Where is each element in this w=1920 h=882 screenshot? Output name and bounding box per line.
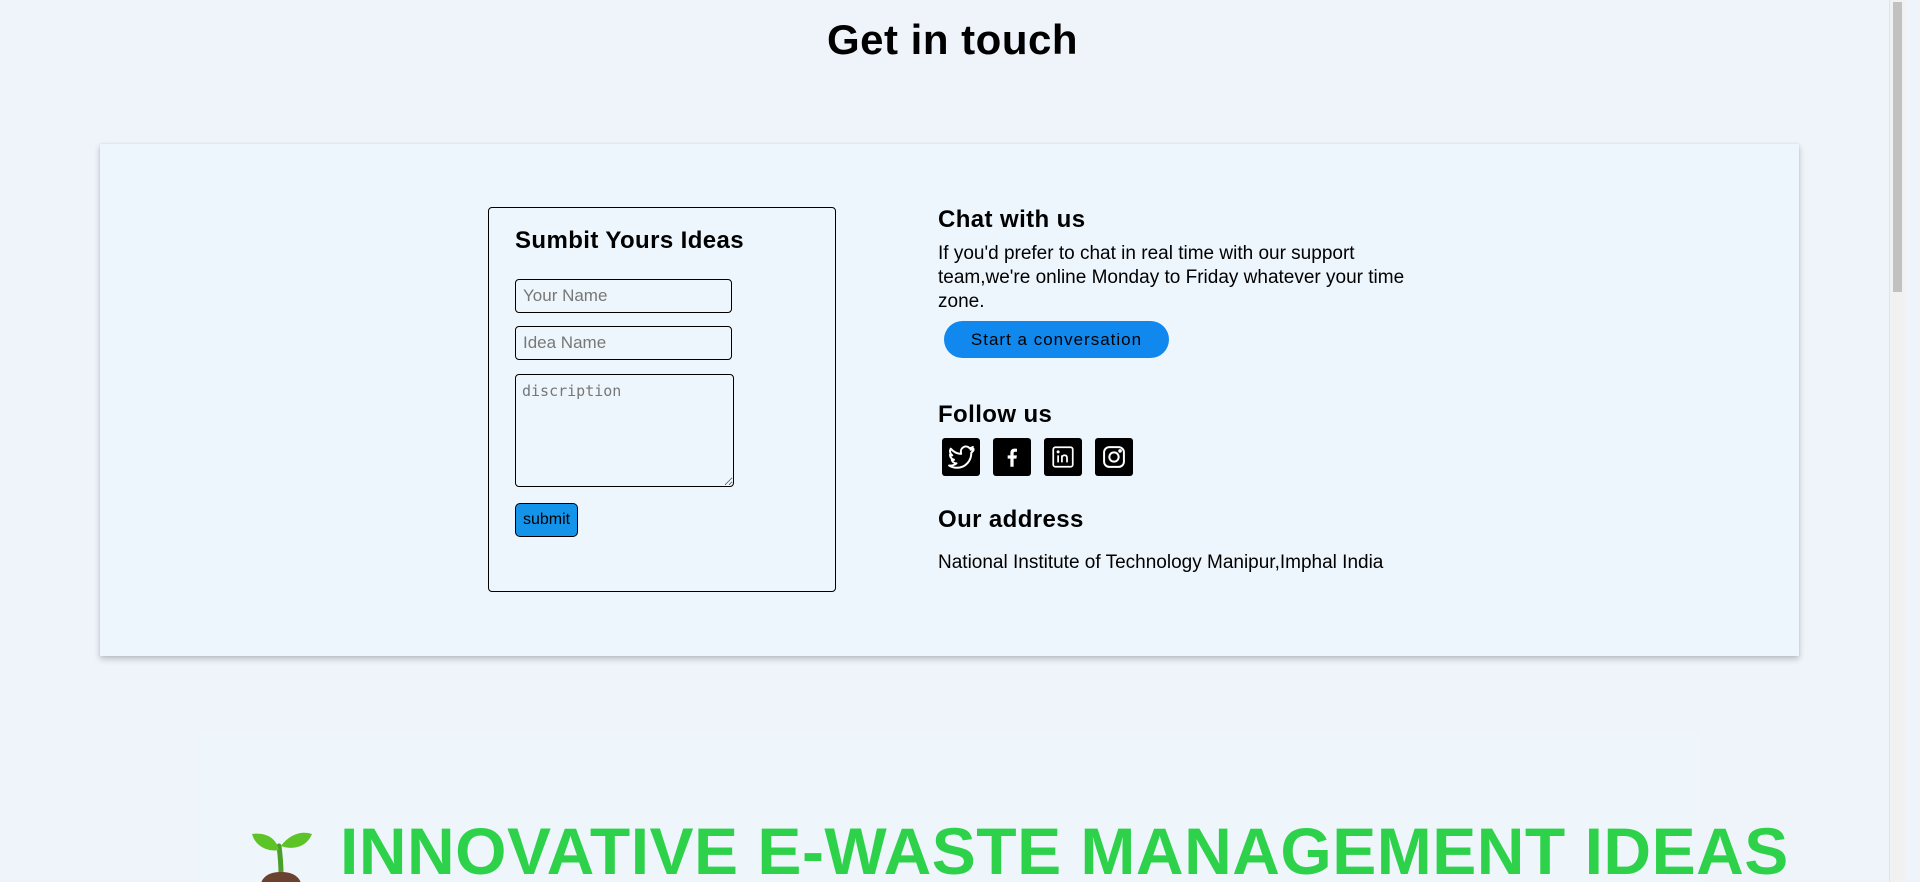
chat-heading: Chat with us [938, 206, 1086, 233]
address-text: National Institute of Technology Manipur… [938, 552, 1384, 573]
page: Get in touch Sumbit Yours Ideas submit C… [0, 0, 1905, 882]
hero-title: INNOVATIVE E-WASTE MANAGEMENT IDEAS [248, 813, 1789, 882]
address-heading: Our address [938, 506, 1084, 533]
description-textarea[interactable] [515, 374, 734, 487]
submit-button[interactable]: submit [515, 503, 578, 537]
name-input[interactable] [515, 279, 732, 313]
form-title: Sumbit Yours Ideas [515, 227, 745, 254]
twitter-icon[interactable] [942, 438, 980, 476]
start-conversation-button[interactable]: Start a conversation [944, 321, 1169, 358]
idea-form: Sumbit Yours Ideas submit [488, 207, 836, 592]
chat-description: If you'd prefer to chat in real time wit… [938, 243, 1405, 312]
idea-name-input[interactable] [515, 326, 732, 360]
instagram-icon[interactable] [1095, 438, 1133, 476]
sprout-icon [252, 832, 312, 882]
linkedin-icon[interactable] [1044, 438, 1082, 476]
page-title: Get in touch [827, 16, 1078, 63]
contact-card: Sumbit Yours Ideas submit Chat with us I… [100, 144, 1799, 656]
follow-heading: Follow us [938, 401, 1053, 428]
hero-section: INNOVATIVE E-WASTE MANAGEMENT IDEAS [200, 733, 1788, 882]
social-links [942, 438, 1133, 476]
facebook-icon[interactable] [993, 438, 1031, 476]
scrollbar-thumb[interactable] [1893, 2, 1902, 292]
page-scrollbar[interactable] [1889, 0, 1905, 882]
hero-heading: INNOVATIVE E-WASTE MANAGEMENT IDEAS [340, 814, 1789, 882]
